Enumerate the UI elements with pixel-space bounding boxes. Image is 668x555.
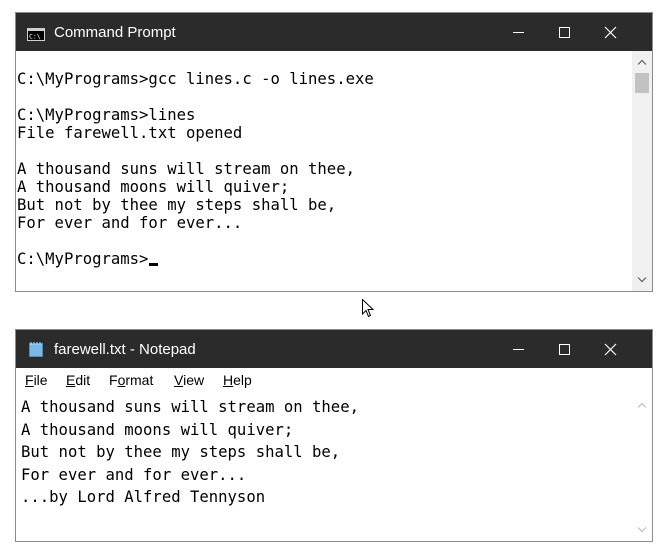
maximize-icon <box>559 344 570 355</box>
menu-view[interactable]: View <box>174 372 204 388</box>
text-line: For ever and for ever... <box>21 465 247 484</box>
console-icon: C:\ <box>27 26 45 45</box>
chevron-down-icon <box>637 277 647 283</box>
chevron-down-icon <box>637 527 647 533</box>
scroll-up-arrow[interactable] <box>632 396 652 414</box>
maximize-icon <box>559 27 570 38</box>
svg-text:C:\: C:\ <box>29 33 41 41</box>
notepad-close-button[interactable] <box>588 330 634 368</box>
console-line: C:\MyPrograms>lines <box>17 106 196 124</box>
scroll-down-arrow[interactable] <box>632 271 652 289</box>
close-icon <box>604 343 617 356</box>
text-line: But not by thee my steps shall be, <box>21 443 341 461</box>
notepad-text-area[interactable]: A thousand suns will stream on thee, A t… <box>16 392 631 541</box>
menu-edit[interactable]: Edit <box>66 372 90 388</box>
chevron-up-icon <box>637 402 647 408</box>
console-line: File farewell.txt opened <box>17 124 243 142</box>
console-line: A thousand suns will stream on thee, <box>17 160 355 178</box>
scrollbar-thumb[interactable] <box>635 73 649 93</box>
minimize-icon <box>513 349 524 350</box>
notepad-maximize-button[interactable] <box>542 330 588 368</box>
minimize-icon <box>513 32 524 33</box>
notepad-minimize-button[interactable] <box>496 330 542 368</box>
notepad-vertical-scrollbar[interactable] <box>632 392 652 541</box>
text-line: A thousand suns will stream on thee, <box>21 398 359 416</box>
notepad-menu-bar: File Edit Format View Help <box>16 368 652 392</box>
cmd-window-title: Command Prompt <box>54 24 176 41</box>
text-line: A thousand moons will quiver; <box>21 420 294 439</box>
notepad-window: farewell.txt - Notepad File Edit Format … <box>15 329 653 542</box>
menu-format[interactable]: Format <box>109 372 153 388</box>
console-line: But not by thee my steps shall be, <box>17 196 337 214</box>
text-cursor <box>149 263 159 266</box>
scroll-down-arrow[interactable] <box>632 521 652 539</box>
notepad-icon <box>27 341 45 362</box>
command-prompt-window: C:\ Command Prompt C:\MyPrograms>gcc lin… <box>15 12 653 292</box>
mouse-pointer-icon <box>362 298 375 322</box>
scroll-up-arrow[interactable] <box>632 53 652 71</box>
console-line: C:\MyPrograms>gcc lines.c -o lines.exe <box>17 70 374 88</box>
cmd-close-button[interactable] <box>588 13 634 51</box>
cmd-maximize-button[interactable] <box>542 13 588 51</box>
cmd-title-bar[interactable]: C:\ Command Prompt <box>16 13 652 51</box>
console-line: For ever and for ever... <box>17 214 243 232</box>
menu-help[interactable]: Help <box>223 372 252 388</box>
console-line: A thousand moons will quiver; <box>17 178 290 196</box>
notepad-title-bar[interactable]: farewell.txt - Notepad <box>16 330 652 368</box>
console-prompt: C:\MyPrograms> <box>17 250 149 268</box>
console-prompt-line: C:\MyPrograms> <box>17 250 159 268</box>
menu-file[interactable]: File <box>25 372 48 388</box>
notepad-window-title: farewell.txt - Notepad <box>54 341 196 358</box>
close-icon <box>604 26 617 39</box>
cmd-vertical-scrollbar[interactable] <box>632 51 652 291</box>
console-output[interactable]: C:\MyPrograms>gcc lines.c -o lines.exe C… <box>16 51 631 291</box>
chevron-up-icon <box>637 59 647 65</box>
text-line: ...by Lord Alfred Tennyson <box>21 488 266 506</box>
cmd-minimize-button[interactable] <box>496 13 542 51</box>
